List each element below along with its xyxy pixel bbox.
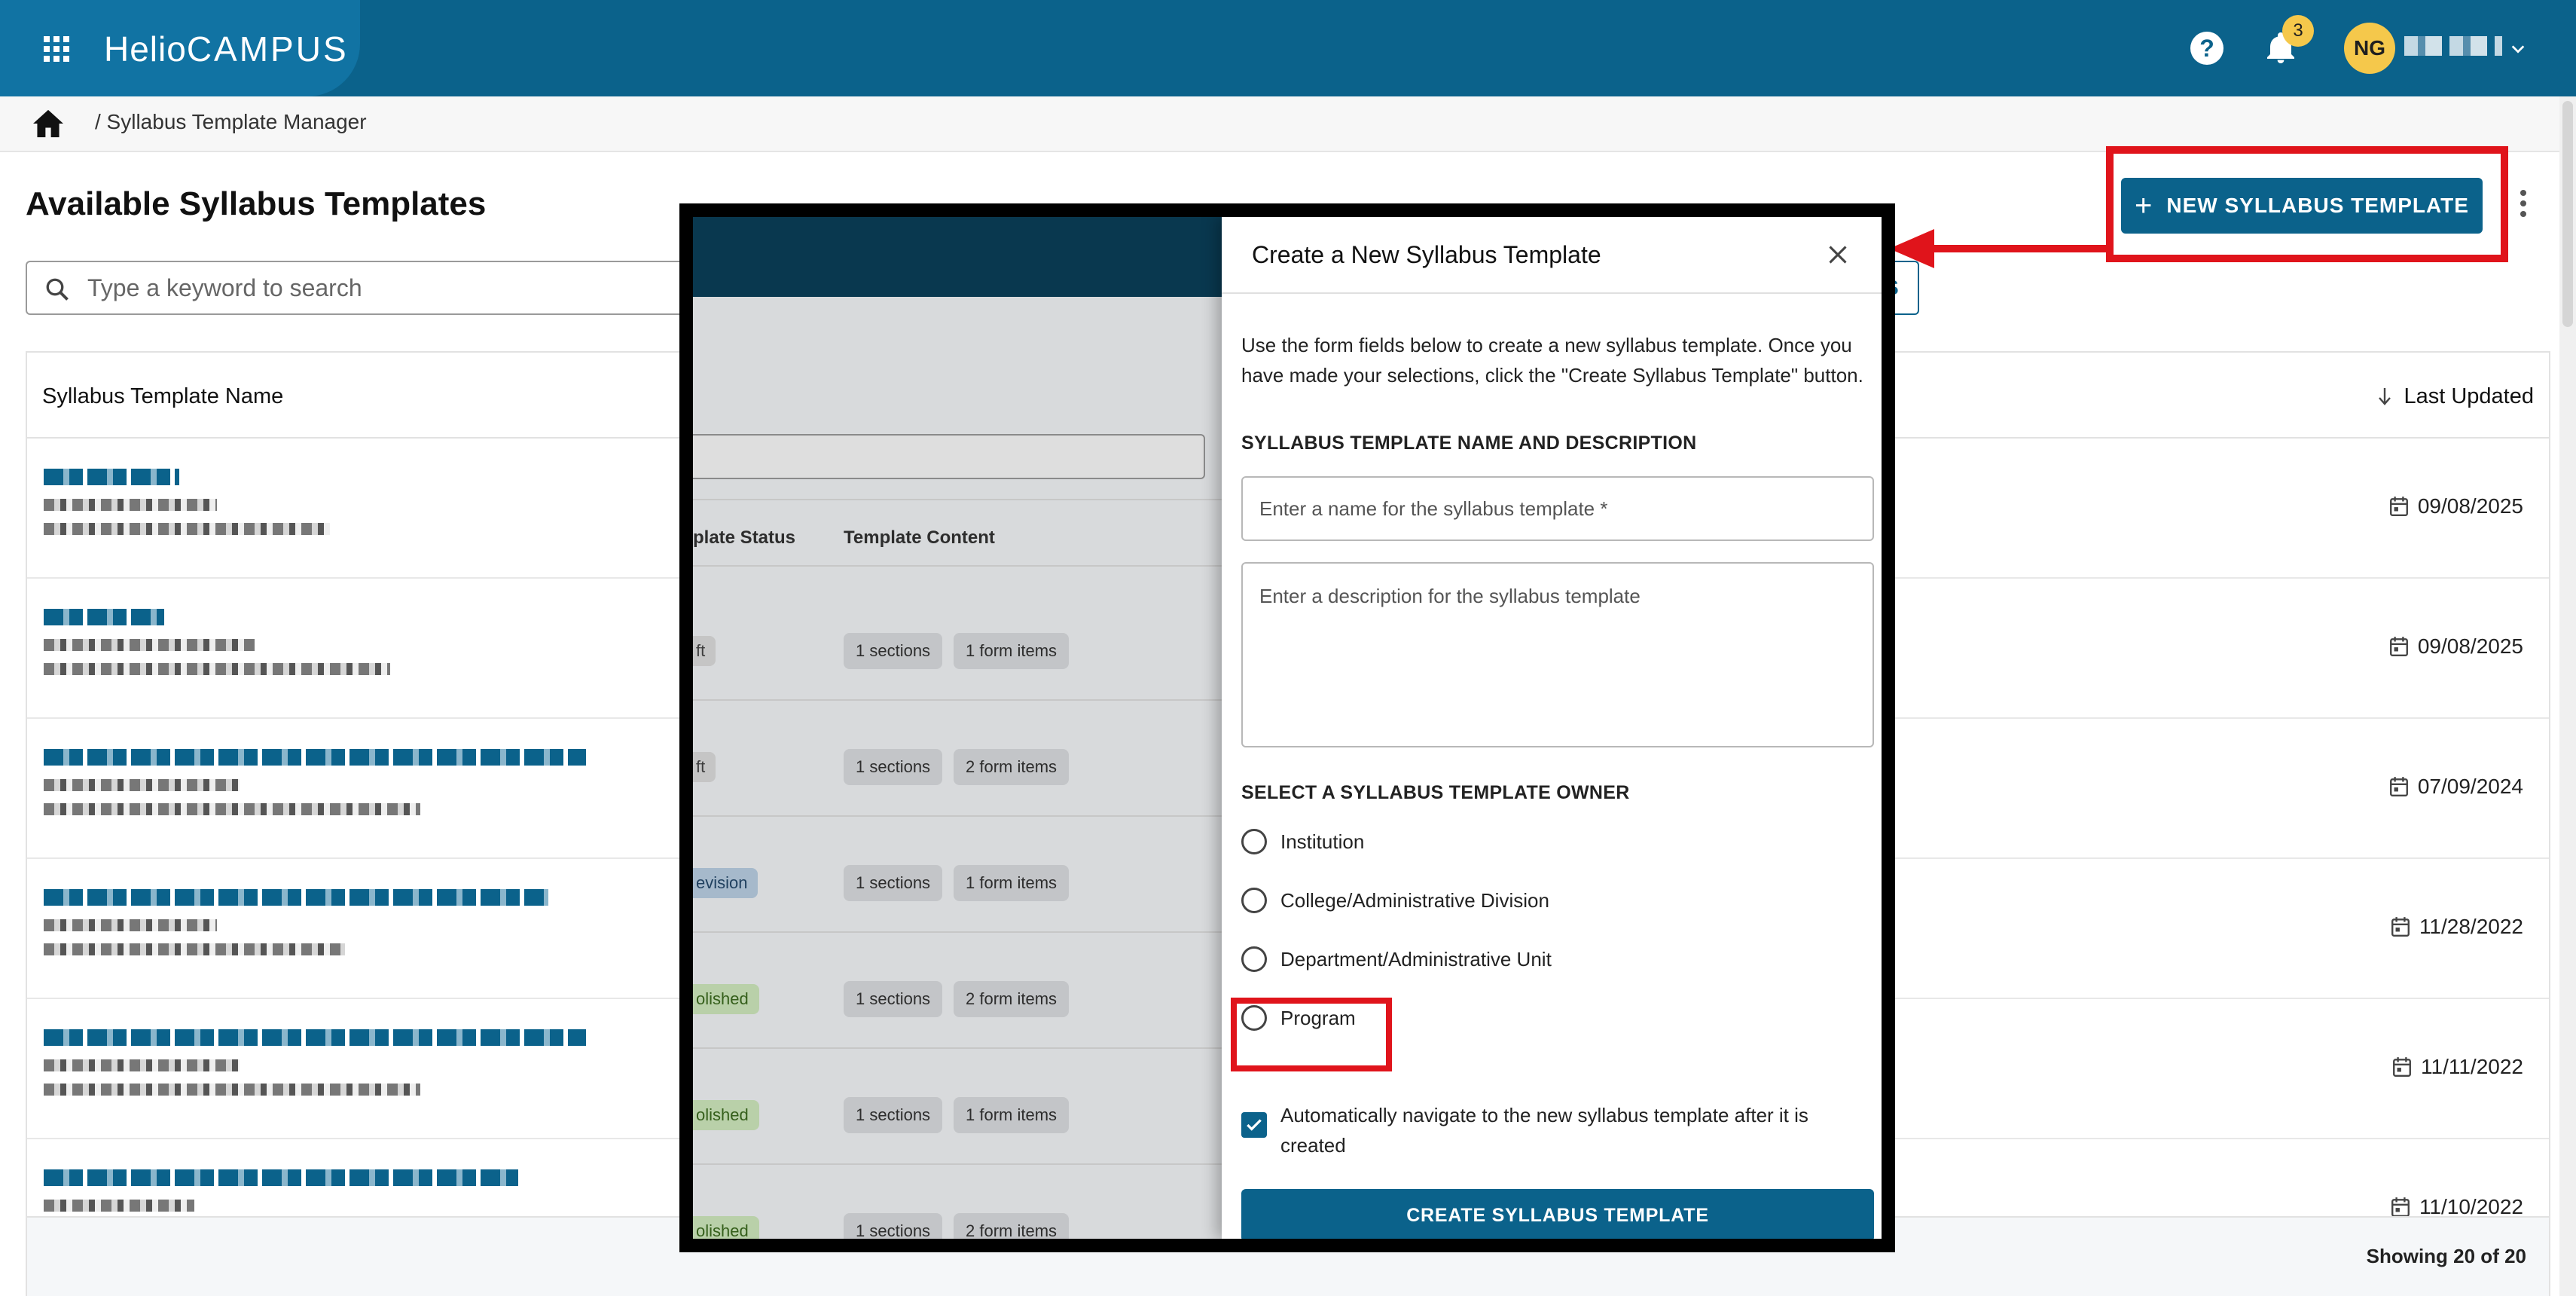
redacted-template-name xyxy=(44,889,616,1002)
home-icon[interactable] xyxy=(32,109,65,139)
modal-backdrop[interactable] xyxy=(693,217,1222,1239)
owner-option-department[interactable]: Department/Administrative Unit xyxy=(1241,940,1552,978)
redacted-template-name xyxy=(44,1169,616,1222)
dialog-title: Create a New Syllabus Template xyxy=(1252,241,1601,268)
auto-navigate-checkbox[interactable] xyxy=(1241,1112,1267,1138)
name-description-section-label: SYLLABUS TEMPLATE NAME AND DESCRIPTION xyxy=(1241,433,1697,454)
breadcrumb-current: / Syllabus Template Manager xyxy=(95,110,367,133)
dialog-instructions: Use the form fields below to create a ne… xyxy=(1241,334,1863,387)
user-name-redacted xyxy=(2404,36,2502,56)
annotation-arrow-icon xyxy=(1889,229,2107,268)
plus-icon: + xyxy=(2135,189,2153,222)
new-syllabus-template-button[interactable]: + NEW SYLLABUS TEMPLATE xyxy=(2121,178,2483,234)
last-updated-date: 09/08/2025 xyxy=(2389,494,2523,518)
radio-button[interactable] xyxy=(1241,888,1267,913)
new-syllabus-template-label: NEW SYLLABUS TEMPLATE xyxy=(2166,194,2469,217)
app-header: HelioCAMPUS ? 3 NG xyxy=(0,0,2576,96)
create-syllabus-template-dialog: Create a New Syllabus Template Use the f… xyxy=(1222,217,1882,1239)
template-description-input[interactable] xyxy=(1241,562,1874,747)
chevron-down-icon[interactable] xyxy=(2510,41,2526,57)
owner-option-college[interactable]: College/Administrative Division xyxy=(1241,882,1549,919)
redacted-template-name xyxy=(44,749,616,862)
last-updated-date: 07/09/2024 xyxy=(2389,775,2523,799)
help-icon[interactable]: ? xyxy=(2190,32,2223,65)
owner-option-institution[interactable]: Institution xyxy=(1241,823,1364,860)
breadcrumb: / Syllabus Template Manager xyxy=(0,96,2576,152)
auto-navigate-option[interactable]: Automatically navigate to the new syllab… xyxy=(1241,1100,1874,1160)
result-count: Showing 20 of 20 xyxy=(2366,1245,2526,1267)
redacted-template-name xyxy=(44,469,616,582)
auto-navigate-label: Automatically navigate to the new syllab… xyxy=(1280,1104,1808,1157)
dialog-divider xyxy=(1222,292,1882,294)
owner-option-label: Institution xyxy=(1280,830,1365,853)
radio-button[interactable] xyxy=(1241,946,1267,972)
page-title: Available Syllabus Templates xyxy=(26,185,487,222)
calendar-icon xyxy=(2391,1197,2410,1218)
notification-badge: 3 xyxy=(2282,15,2314,47)
owner-section-label: SELECT A SYLLABUS TEMPLATE OWNER xyxy=(1241,782,1630,803)
heliocampus-logo[interactable]: HelioCAMPUS xyxy=(104,29,349,69)
close-icon[interactable] xyxy=(1827,244,1848,265)
calendar-icon xyxy=(2389,497,2408,517)
annotation-highlight-program xyxy=(1231,998,1392,1071)
column-header-name[interactable]: Syllabus Template Name xyxy=(42,384,283,409)
page-scrollbar-thumb[interactable] xyxy=(2562,101,2573,327)
search-input[interactable] xyxy=(87,264,690,312)
zoomed-dialog-inset: plate Status Template Content ft 1 secti… xyxy=(679,203,1895,1252)
create-syllabus-template-button[interactable]: CREATE SYLLABUS TEMPLATE xyxy=(1241,1189,1874,1239)
calendar-icon xyxy=(2393,1057,2411,1077)
search-icon xyxy=(46,278,69,301)
last-updated-date: 11/28/2022 xyxy=(2391,915,2523,939)
background-page: plate Status Template Content ft 1 secti… xyxy=(693,217,1222,1239)
app-grid-icon[interactable] xyxy=(44,36,69,62)
column-header-last-updated[interactable]: Last Updated xyxy=(2376,384,2534,409)
inset-content: plate Status Template Content ft 1 secti… xyxy=(693,217,1882,1239)
radio-button[interactable] xyxy=(1241,829,1267,854)
calendar-icon xyxy=(2389,777,2408,797)
search-field[interactable] xyxy=(26,261,704,315)
owner-option-label: Department/Administrative Unit xyxy=(1280,947,1552,970)
sort-arrow-down-icon xyxy=(2379,388,2391,405)
owner-option-label: College/Administrative Division xyxy=(1280,888,1549,912)
last-updated-date: 11/11/2022 xyxy=(2392,1055,2523,1079)
calendar-icon xyxy=(2389,637,2408,657)
template-name-input[interactable] xyxy=(1241,476,1874,541)
user-avatar[interactable]: NG xyxy=(2344,23,2395,74)
redacted-template-name xyxy=(44,1029,616,1142)
checkmark-icon xyxy=(1247,1119,1262,1131)
calendar-icon xyxy=(2391,917,2410,937)
last-updated-date: 09/08/2025 xyxy=(2389,634,2523,659)
last-updated-label: Last Updated xyxy=(2404,384,2534,408)
more-options-icon[interactable] xyxy=(2517,190,2529,223)
redacted-template-name xyxy=(44,609,616,722)
